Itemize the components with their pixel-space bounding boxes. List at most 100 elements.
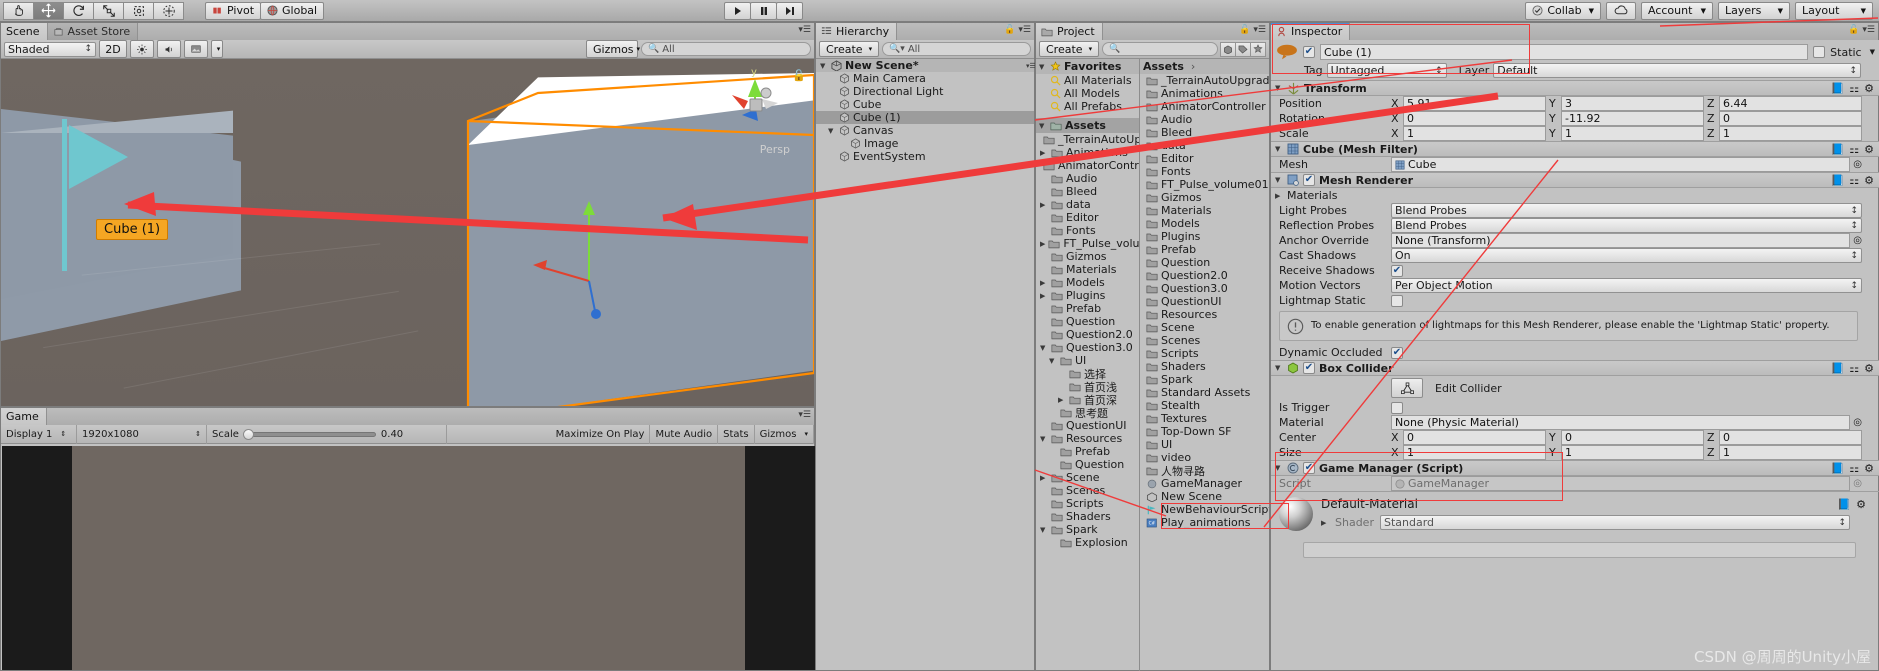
project-asset-item[interactable]: Textures (1140, 412, 1269, 425)
chevron-down-icon[interactable]: ▼ (1040, 344, 1048, 352)
mesh-object-field[interactable]: Cube ◎ (1391, 157, 1862, 172)
game-gizmos-button[interactable]: Gizmos ▾ (755, 424, 814, 444)
filter-by-label-icon[interactable] (1235, 41, 1251, 57)
static-dropdown-icon[interactable]: ▼ (1870, 48, 1875, 56)
chevron-down-icon[interactable]: ▼ (1040, 526, 1048, 534)
chevron-down-icon[interactable]: ▼ (1040, 435, 1048, 443)
transform-scale-x-input[interactable]: 1 (1403, 126, 1546, 141)
project-create-button[interactable]: Create ▾ (1039, 41, 1100, 57)
transform-rotation-z-input[interactable]: 0 (1719, 111, 1862, 126)
scene-orientation-gizmo[interactable]: y (718, 65, 792, 141)
project-tree-item[interactable]: Materials (1036, 263, 1139, 276)
project-asset-item[interactable]: Question (1140, 256, 1269, 269)
move-tool[interactable] (33, 1, 64, 20)
project-asset-item[interactable]: Resources (1140, 308, 1269, 321)
play-button[interactable] (724, 1, 751, 20)
mesh-filter-component-header[interactable]: ▼ Cube (Mesh Filter) 📘 ⚏ ⚙ (1271, 141, 1879, 157)
renderer-anchor-override-field[interactable]: None (Transform) ◎ (1391, 233, 1862, 248)
chevron-right-icon[interactable]: ▶ (1040, 474, 1048, 482)
scene-viewport[interactable]: y Persp 🔓 Cube (1) (1, 59, 814, 406)
project-tree-item[interactable]: Scripts (1036, 497, 1139, 510)
account-button[interactable]: Account ▼ (1641, 1, 1713, 20)
project-favorite-all-models[interactable]: All Models (1036, 87, 1139, 100)
chevron-down-icon[interactable]: ▼ (1275, 145, 1283, 153)
shading-mode-dropdown[interactable]: Shaded (4, 41, 96, 57)
box-collider-enabled-checkbox[interactable] (1303, 362, 1315, 374)
chevron-down-icon[interactable]: ▼ (1039, 63, 1047, 71)
gear-icon[interactable]: ⚙ (1856, 498, 1866, 511)
layers-button[interactable]: Layers ▼ (1718, 1, 1790, 20)
project-asset-item[interactable]: Scenes (1140, 334, 1269, 347)
help-icon[interactable]: 📘 (1831, 82, 1845, 95)
preset-icon[interactable]: ⚏ (1849, 174, 1859, 187)
pause-button[interactable] (750, 1, 777, 20)
project-tree-item[interactable]: Editor (1036, 211, 1139, 224)
project-asset-item[interactable]: Prefab (1140, 243, 1269, 256)
gear-icon[interactable]: ⚙ (1864, 143, 1874, 156)
project-asset-item[interactable]: _TerrainAutoUpgrade (1140, 74, 1269, 87)
project-asset-item[interactable]: AnimatorController (1140, 100, 1269, 113)
scale-slider-knob[interactable] (242, 428, 254, 440)
preset-icon[interactable]: ⚏ (1849, 362, 1859, 375)
project-asset-item[interactable]: Standard Assets (1140, 386, 1269, 399)
chevron-down-icon[interactable]: ▼ (1275, 176, 1283, 184)
favorites-star-icon[interactable] (1250, 41, 1266, 57)
mute-audio-button[interactable]: Mute Audio (650, 424, 719, 444)
panel-menu-icon[interactable]: ▾☰ (1253, 25, 1266, 35)
tab-asset-store[interactable]: Asset Store (47, 23, 139, 40)
lock-icon[interactable]: 🔓 (1848, 25, 1859, 35)
step-button[interactable] (776, 1, 803, 20)
preset-icon[interactable]: ⚏ (1849, 462, 1859, 475)
gear-icon[interactable]: ⚙ (1864, 174, 1874, 187)
chevron-right-icon[interactable]: ▶ (1058, 396, 1066, 404)
project-tree-item[interactable]: ▶ Scene (1036, 471, 1139, 484)
project-tree-item[interactable]: Bleed (1036, 185, 1139, 198)
project-asset-item[interactable]: Shaders (1140, 360, 1269, 373)
project-search-input[interactable]: 🔍 (1102, 42, 1218, 56)
help-icon[interactable]: 📘 (1831, 143, 1845, 156)
project-asset-item[interactable]: Spark (1140, 373, 1269, 386)
renderer-cast-shadows-dropdown[interactable]: On (1391, 248, 1862, 263)
project-tree-item[interactable]: Question (1036, 315, 1139, 328)
project-asset-item[interactable]: Plugins (1140, 230, 1269, 243)
project-asset-item[interactable]: QuestionUI (1140, 295, 1269, 308)
project-tree-item[interactable]: Prefab (1036, 302, 1139, 315)
chevron-right-icon[interactable]: ▶ (1275, 192, 1283, 200)
aspect-dropdown[interactable]: 1920x1080 ⇕ (77, 424, 207, 444)
is-trigger-checkbox[interactable] (1391, 401, 1403, 414)
hierarchy-item-directional-light[interactable]: Directional Light (816, 85, 1034, 98)
global-button[interactable]: Global (260, 1, 325, 20)
edit-collider-button[interactable] (1391, 378, 1423, 398)
project-tree-item[interactable]: Question (1036, 458, 1139, 471)
renderer-reflection-probes-dropdown[interactable]: Blend Probes (1391, 218, 1862, 233)
maximize-on-play-button[interactable]: Maximize On Play (551, 424, 651, 444)
project-tree-item[interactable]: Gizmos (1036, 250, 1139, 263)
lock-icon[interactable]: 🔓 (1004, 25, 1015, 35)
project-favorites-header[interactable]: ▼ Favorites (1036, 59, 1139, 74)
hierarchy-item-canvas[interactable]: ▼ Canvas (816, 124, 1034, 137)
transform-tool[interactable] (153, 1, 184, 20)
renderer-receive-shadows-checkbox[interactable] (1391, 264, 1403, 277)
layer-dropdown[interactable]: Default (1493, 63, 1861, 78)
chevron-right-icon[interactable]: ▶ (1040, 279, 1048, 287)
renderer-lightmap-static-checkbox[interactable] (1391, 294, 1403, 307)
project-tree-item[interactable]: Prefab (1036, 445, 1139, 458)
hierarchy-item-eventsystem[interactable]: EventSystem (816, 150, 1034, 163)
project-tree-item[interactable]: QuestionUI (1036, 419, 1139, 432)
display-dropdown[interactable]: Display 1 ⇕ (1, 424, 77, 444)
chevron-right-icon[interactable]: ▶ (1040, 240, 1045, 248)
project-asset-item[interactable]: Fonts (1140, 165, 1269, 178)
hand-tool[interactable] (3, 1, 34, 20)
gear-icon[interactable]: ⚙ (1864, 462, 1874, 475)
transform-rotation-y-input[interactable]: -11.92 (1561, 111, 1704, 126)
project-favorite-all-materials[interactable]: All Materials (1036, 74, 1139, 87)
object-picker-icon[interactable]: ◎ (1853, 417, 1862, 428)
project-asset-item[interactable]: data (1140, 139, 1269, 152)
chevron-right-icon[interactable]: ▶ (1040, 149, 1048, 157)
hierarchy-item-cube[interactable]: Cube (816, 98, 1034, 111)
scale-tool[interactable] (93, 1, 124, 20)
rect-tool[interactable] (123, 1, 154, 20)
help-icon[interactable]: 📘 (1831, 462, 1845, 475)
box-collider-component-header[interactable]: ▼ Box Collider 📘 ⚏ ⚙ (1271, 360, 1879, 376)
gear-icon[interactable]: ⚙ (1864, 82, 1874, 95)
